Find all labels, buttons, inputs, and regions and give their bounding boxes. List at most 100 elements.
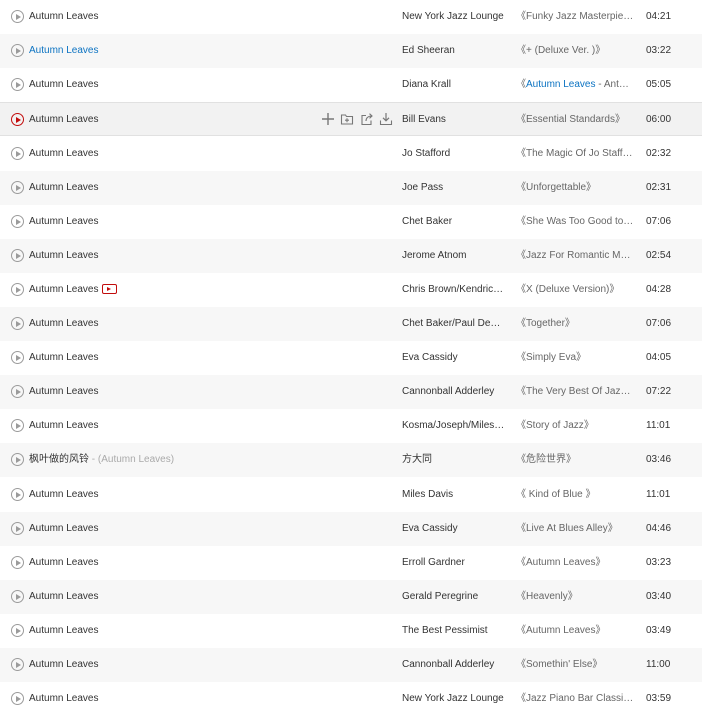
play-icon[interactable] <box>11 624 24 637</box>
play-icon[interactable] <box>11 249 24 262</box>
song-title[interactable]: Autumn Leaves <box>29 215 99 229</box>
share-icon[interactable] <box>360 112 374 126</box>
song-row[interactable]: Autumn Leaves The Best Pessimist 《Autumn L… <box>0 614 702 648</box>
song-album[interactable]: 《Essential Standards》 <box>516 113 634 127</box>
song-row[interactable]: Autumn Leaves Cannonball Adderley 《Somethi… <box>0 648 702 682</box>
song-title[interactable]: Autumn Leaves <box>29 385 99 399</box>
song-artist[interactable]: The Best Pessimist <box>402 624 505 638</box>
song-album[interactable]: 《Autumn Leaves - Anthology》 <box>516 78 634 92</box>
song-title[interactable]: Autumn Leaves <box>29 522 99 536</box>
song-row[interactable]: Autumn Leaves Eva Cassidy 《Simply Eva》 04:0… <box>0 341 702 375</box>
download-icon[interactable] <box>379 112 393 126</box>
song-artist[interactable]: Chris Brown/Kendrick Lamar <box>402 283 505 297</box>
play-icon[interactable] <box>11 453 24 466</box>
play-icon[interactable] <box>11 113 24 126</box>
song-artist[interactable]: Cannonball Adderley <box>402 658 505 672</box>
song-artist[interactable]: Kosma/Joseph/Miles Davis <box>402 419 505 433</box>
song-row[interactable]: Autumn Leaves New York Jazz Lounge 《Funky … <box>0 0 702 34</box>
song-artist[interactable]: Eva Cassidy <box>402 351 505 365</box>
play-icon[interactable] <box>11 215 24 228</box>
song-row[interactable]: Autumn Leaves Erroll Gardner 《Autumn Leave… <box>0 546 702 580</box>
play-icon[interactable] <box>11 658 24 671</box>
song-album[interactable]: 《Live At Blues Alley》 <box>516 522 634 536</box>
play-icon[interactable] <box>11 147 24 160</box>
song-artist[interactable]: Cannonball Adderley <box>402 385 505 399</box>
song-row[interactable]: 枫叶做的风铃 - (Autumn Leaves) 方大同 《危险世界》 03:46 <box>0 443 702 477</box>
song-title[interactable]: Autumn Leaves <box>29 249 99 263</box>
song-album[interactable]: 《 Kind of Blue 》 <box>516 488 634 502</box>
song-row[interactable]: Autumn Leaves Ed Sheeran 《+ (Deluxe Ver. )… <box>0 34 702 68</box>
song-artist[interactable]: Erroll Gardner <box>402 556 505 570</box>
song-album[interactable]: 《Autumn Leaves》 <box>516 556 634 570</box>
song-title[interactable]: Autumn Leaves <box>29 113 99 127</box>
song-title[interactable]: Autumn Leaves <box>29 181 99 195</box>
song-artist[interactable]: Chet Baker <box>402 215 505 229</box>
song-row[interactable]: Autumn Leaves Cannonball Adderley 《The Ver… <box>0 375 702 409</box>
song-title[interactable]: 枫叶做的风铃 - (Autumn Leaves) <box>29 453 174 467</box>
song-artist[interactable]: Diana Krall <box>402 78 505 92</box>
song-title[interactable]: Autumn Leaves <box>29 419 99 433</box>
mv-icon[interactable] <box>101 284 117 294</box>
song-album[interactable]: 《Together》 <box>516 317 634 331</box>
play-icon[interactable] <box>11 522 24 535</box>
song-album[interactable]: 《Unforgettable》 <box>516 181 634 195</box>
song-row[interactable]: Autumn Leaves Miles Davis 《 Kind of Blue 》… <box>0 478 702 512</box>
song-row[interactable]: Autumn Leaves Chris Brown/Kendrick Lamar 《… <box>0 273 702 307</box>
song-row[interactable]: Autumn Leaves Kosma/Joseph/Miles Davis 《St… <box>0 409 702 443</box>
song-title[interactable]: Autumn Leaves <box>29 78 99 92</box>
song-title[interactable]: Autumn Leaves <box>29 556 99 570</box>
song-title[interactable]: Autumn Leaves <box>29 317 99 331</box>
song-album[interactable]: 《Simply Eva》 <box>516 351 634 365</box>
song-artist[interactable]: Chet Baker/Paul Desmond <box>402 317 505 331</box>
song-title[interactable]: Autumn Leaves <box>29 692 99 706</box>
song-title[interactable]: Autumn Leaves <box>29 488 99 502</box>
add-to-folder-icon[interactable] <box>340 112 354 126</box>
song-album[interactable]: 《Heavenly》 <box>516 590 634 604</box>
song-album[interactable]: 《Autumn Leaves》 <box>516 624 634 638</box>
song-title[interactable]: Autumn Leaves <box>29 590 99 604</box>
song-row[interactable]: Autumn Leaves New York Jazz Lounge 《Jazz P… <box>0 682 702 716</box>
song-row[interactable]: Autumn Leaves Jerome Atnom 《Jazz For Roman… <box>0 239 702 273</box>
play-icon[interactable] <box>11 283 24 296</box>
song-row[interactable]: Autumn Leaves Jo Stafford 《The Magic Of Jo… <box>0 137 702 171</box>
song-title[interactable]: Autumn Leaves <box>29 658 99 672</box>
song-artist[interactable]: Ed Sheeran <box>402 44 505 58</box>
song-album[interactable]: 《+ (Deluxe Ver. )》 <box>516 44 634 58</box>
song-album[interactable]: 《危险世界》 <box>516 453 634 467</box>
play-icon[interactable] <box>11 351 24 364</box>
play-icon[interactable] <box>11 590 24 603</box>
song-album[interactable]: 《Funky Jazz Masterpieces》 <box>516 10 634 24</box>
song-title[interactable]: Autumn Leaves <box>29 147 99 161</box>
song-album[interactable]: 《Jazz For Romantic Moments》 <box>516 249 634 263</box>
song-artist[interactable]: New York Jazz Lounge <box>402 10 505 24</box>
song-title[interactable]: Autumn Leaves <box>29 44 99 58</box>
song-row[interactable]: Autumn Leaves Diana Krall 《Autumn Leaves -… <box>0 68 702 102</box>
song-row[interactable]: Autumn Leaves Bill Evans 《Essential Standa… <box>0 102 702 136</box>
song-album[interactable]: 《She Was Too Good to Me》 <box>516 215 634 229</box>
song-artist[interactable]: Joe Pass <box>402 181 505 195</box>
song-album[interactable]: 《Somethin' Else》 <box>516 658 634 672</box>
play-icon[interactable] <box>11 692 24 705</box>
song-artist[interactable]: Jo Stafford <box>402 147 505 161</box>
song-artist[interactable]: New York Jazz Lounge <box>402 692 505 706</box>
song-album[interactable]: 《Story of Jazz》 <box>516 419 634 433</box>
song-row[interactable]: Autumn Leaves Chet Baker/Paul Desmond 《Tog… <box>0 307 702 341</box>
song-title[interactable]: Autumn Leaves <box>29 283 117 297</box>
play-icon[interactable] <box>11 181 24 194</box>
song-title[interactable]: Autumn Leaves <box>29 351 99 365</box>
play-icon[interactable] <box>11 488 24 501</box>
song-album[interactable]: 《The Very Best Of Jazz》 <box>516 385 634 399</box>
play-icon[interactable] <box>11 10 24 23</box>
song-title[interactable]: Autumn Leaves <box>29 10 99 24</box>
song-artist[interactable]: Miles Davis <box>402 488 505 502</box>
song-artist[interactable]: 方大同 <box>402 453 505 467</box>
play-icon[interactable] <box>11 44 24 57</box>
song-row[interactable]: Autumn Leaves Gerald Peregrine 《Heavenly》 0… <box>0 580 702 614</box>
song-row[interactable]: Autumn Leaves Chet Baker 《She Was Too Good… <box>0 205 702 239</box>
song-album[interactable]: 《The Magic Of Jo Stafford》 <box>516 147 634 161</box>
song-artist[interactable]: Jerome Atnom <box>402 249 505 263</box>
play-icon[interactable] <box>11 556 24 569</box>
song-artist[interactable]: Eva Cassidy <box>402 522 505 536</box>
song-row[interactable]: Autumn Leaves Eva Cassidy 《Live At Blues A… <box>0 512 702 546</box>
song-album[interactable]: 《Jazz Piano Bar Classics》 <box>516 692 634 706</box>
